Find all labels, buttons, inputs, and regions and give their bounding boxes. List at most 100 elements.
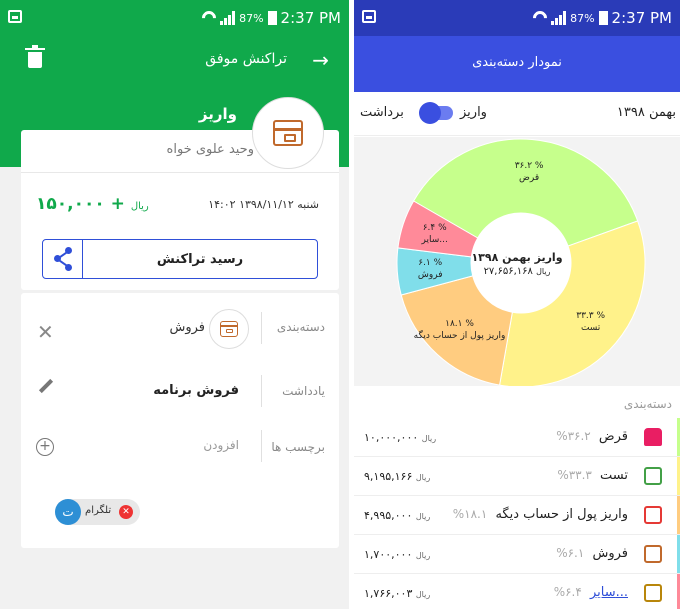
deposit-label[interactable]: واریز — [460, 105, 487, 120]
door-icon — [644, 584, 662, 602]
item-value: ریال ۱,۷۶۶,۰۰۳ — [364, 587, 430, 600]
list-item[interactable]: ریال ۱,۷۶۶,۰۰۳ %۶.۴ سایر... — [354, 574, 680, 609]
slice-label: ۱۸.۱ % واریز پول از حساب دیگه — [413, 319, 506, 342]
item-amount: ۱,۷۰۰,۰۰۰ — [364, 548, 413, 561]
item-currency: ریال — [415, 551, 431, 560]
divider — [21, 172, 339, 173]
add-icon[interactable]: + — [36, 438, 54, 456]
item-amount: ۱,۷۶۶,۰۰۳ — [364, 587, 413, 600]
withdraw-label[interactable]: برداشت — [360, 105, 404, 120]
center-amount-value: ۲۷,۶۵۶,۱۶۸ — [483, 266, 533, 277]
box-icon — [220, 321, 238, 337]
category-avatar-small[interactable] — [209, 309, 249, 349]
receipt-button[interactable]: رسید تراکنش — [42, 239, 318, 279]
item-name: %۳۶.۲ قرض — [556, 429, 628, 444]
status-bar: 87% 2:37 PM — [354, 0, 680, 36]
item-amount: ۹,۱۹۵,۱۶۶ — [364, 470, 413, 483]
item-currency: ریال — [415, 473, 431, 482]
category-list: ریال ۱۰,۰۰۰,۰۰۰ %۳۶.۲ قرض ریال ۹,۱۹۵,۱۶۶ %۳… — [354, 418, 680, 609]
item-name: %۳۳.۳ تست — [557, 468, 628, 483]
clock: 2:37 PM — [280, 9, 341, 27]
item-name: %۱۸.۱ واریز پول از حساب دیگه — [453, 507, 628, 522]
item-percent: %۶.۴ — [553, 585, 582, 599]
list-item[interactable]: ریال ۴,۹۹۵,۰۰۰ %۱۸.۱ واریز پول از حساب دی… — [354, 496, 680, 535]
battery-icon — [598, 11, 608, 25]
money-icon — [644, 467, 662, 485]
tags-label: برچسب ها — [271, 440, 325, 454]
section-title: دسته‌بندی — [623, 397, 672, 411]
note-label: یادداشت — [282, 384, 325, 398]
separator — [261, 375, 262, 407]
box-icon — [273, 120, 303, 146]
separator — [261, 312, 262, 344]
currency: ریال — [130, 201, 149, 212]
item-percent: %۶.۱ — [556, 546, 585, 560]
add-tag[interactable]: افزودن — [203, 438, 239, 452]
center-currency: ریال — [536, 267, 551, 276]
item-currency: ریال — [421, 434, 437, 443]
item-percent: %۳۳.۳ — [557, 468, 592, 482]
tag-chip[interactable]: ت تلگرام ✕ — [55, 499, 140, 525]
page-title: نمودار دسته‌بندی — [472, 55, 562, 70]
tshirt-icon — [644, 428, 662, 446]
item-label: تست — [600, 468, 628, 483]
note-value[interactable]: فروش برنامه — [153, 383, 239, 398]
chip-avatar: ت — [55, 499, 81, 525]
receipt-label: رسید تراکنش — [156, 252, 244, 267]
signal-icon — [551, 11, 567, 25]
list-item[interactable]: ریال ۱۰,۰۰۰,۰۰۰ %۳۶.۲ قرض — [354, 418, 680, 457]
battery-percent: 87% — [570, 11, 595, 25]
wifi-icon — [199, 8, 219, 28]
item-amount: ۱۰,۰۰۰,۰۰۰ — [364, 431, 419, 444]
item-percent: %۱۸.۱ — [452, 507, 488, 521]
filter-bar: بهمن ۱۳۹۸ برداشت واریز — [354, 92, 680, 136]
amount: ریال + ۱۵۰,۰۰۰ — [36, 194, 149, 214]
item-value: ریال ۱,۷۰۰,۰۰۰ — [364, 548, 430, 561]
item-label: واریز پول از حساب دیگه — [495, 507, 628, 522]
slice-label: ۶.۴ % سایر... — [421, 223, 448, 246]
item-amount: ۴,۹۹۵,۰۰۰ — [364, 509, 413, 522]
wifi-icon — [530, 8, 550, 28]
page-title: تراکنش موفق — [205, 51, 287, 67]
list-item[interactable]: ریال ۹,۱۹۵,۱۶۶ %۳۳.۳ تست — [354, 457, 680, 496]
category-avatar — [252, 97, 324, 169]
close-icon[interactable]: ✕ — [37, 320, 54, 344]
transaction-screen: 87% 2:37 PM تراکنش موفق → واریز وحید علو… — [0, 0, 349, 609]
share-icon[interactable] — [43, 240, 83, 278]
person-name: وحید علوی خواه — [166, 142, 254, 157]
transaction-type: واریز — [198, 105, 237, 123]
separator — [261, 430, 262, 462]
item-label: سایر... — [589, 585, 628, 600]
notification-icon — [8, 10, 22, 23]
restaurant-icon — [644, 506, 662, 524]
app-bar: نمودار دسته‌بندی — [354, 36, 680, 92]
item-value: ریال ۴,۹۹۵,۰۰۰ — [364, 509, 430, 522]
item-name: %۶.۴ سایر... — [554, 585, 628, 600]
battery-icon — [267, 11, 277, 25]
item-currency: ریال — [415, 590, 431, 599]
category-value[interactable]: فروش — [169, 320, 205, 335]
item-value: ریال ۹,۱۹۵,۱۶۶ — [364, 470, 430, 483]
item-value: ریال ۱۰,۰۰۰,۰۰۰ — [364, 431, 436, 444]
item-label: فروش — [592, 546, 628, 561]
slice-label: ۳۳.۳ % تست — [576, 310, 606, 333]
month-selector[interactable]: بهمن ۱۳۹۸ — [617, 105, 676, 120]
item-label: قرض — [598, 429, 628, 444]
notification-icon — [362, 10, 376, 23]
toggle-knob[interactable] — [419, 102, 441, 124]
slice-label: ۶.۱ % فروش — [417, 258, 443, 281]
signal-icon — [220, 11, 236, 25]
delete-icon[interactable] — [25, 45, 45, 68]
clock: 2:37 PM — [611, 9, 672, 27]
item-currency: ریال — [415, 512, 431, 521]
amount-value: + ۱۵۰,۰۰۰ — [36, 194, 125, 214]
back-arrow-icon[interactable]: → — [312, 48, 329, 72]
item-name: %۶.۱ فروش — [556, 546, 628, 561]
remove-icon[interactable]: ✕ — [119, 505, 133, 519]
item-percent: %۳۶.۲ — [556, 429, 591, 443]
chip-label: تلگرام — [85, 505, 112, 516]
status-bar: 87% 2:37 PM — [0, 0, 349, 36]
slice-label: ۳۶.۲ % قرض — [514, 161, 544, 184]
battery-percent: 87% — [239, 11, 264, 25]
list-item[interactable]: ریال ۱,۷۰۰,۰۰۰ %۶.۱ فروش — [354, 535, 680, 574]
